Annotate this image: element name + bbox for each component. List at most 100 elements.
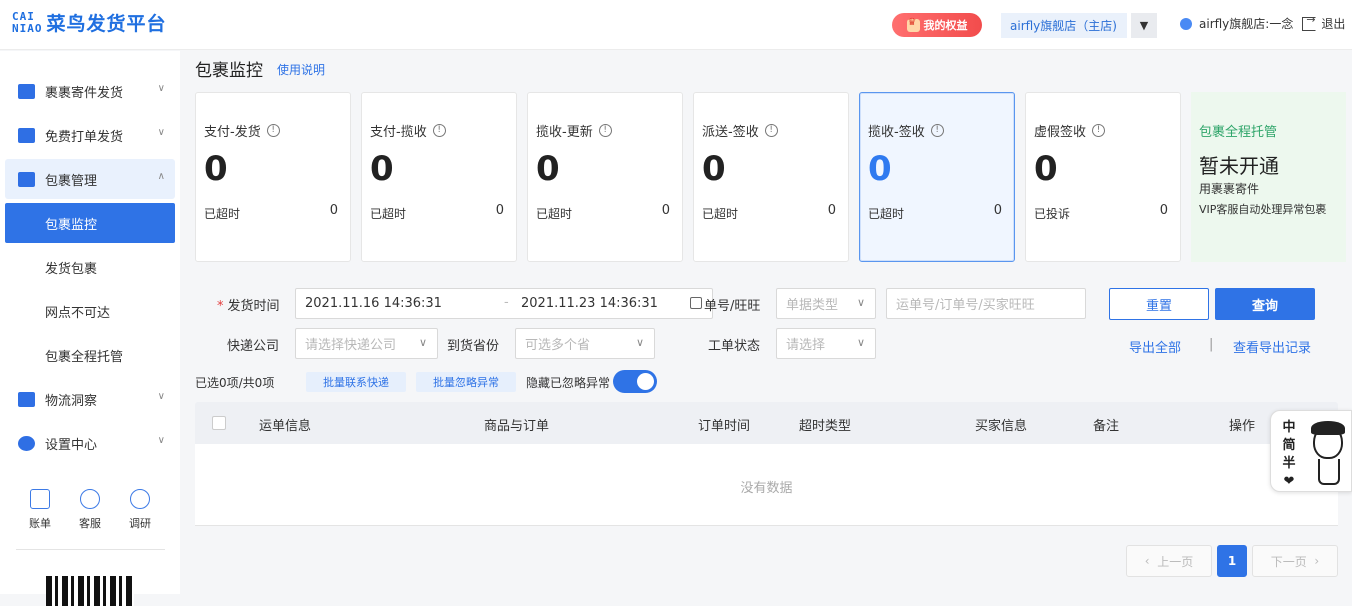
sidebar-item-parcel-manage[interactable]: 包裹管理 ∧ [5,159,175,199]
page-title: 包裹监控 [195,61,263,81]
top-header: CAI NIAO 菜鸟发货平台 我的权益 airfly旗舰店（主店) ▼ air… [0,0,1352,50]
select-all-checkbox[interactable] [212,416,226,430]
date-range-picker[interactable]: 2021.11.16 14:36:31 - 2021.11.23 14:36:3… [295,288,713,319]
order-no-label: 单号/旺旺 [704,299,761,314]
stat-sub-count: 0 [661,203,670,218]
order-type-select[interactable]: 单据类型 ∨ [776,288,876,319]
brand-logo[interactable]: CAI NIAO 菜鸟发货平台 [12,9,167,36]
bill-icon [30,489,50,509]
date-end[interactable]: 2021.11.23 14:36:31 [521,296,658,311]
logo-text: 菜鸟发货平台 [46,13,167,35]
full-hosting-promo-card[interactable]: 包裹全程托管 暂未开通 用裹裹寄件 VIP客服自动处理异常包裹 [1191,92,1346,262]
sidebar-sub-full-hosting[interactable]: 包裹全程托管 [5,335,175,375]
package-send-icon [18,83,35,99]
stat-card-delivery-sign[interactable]: 派送-签收! 0 已超时 0 [693,92,849,262]
stat-card-pickup-update[interactable]: 揽收-更新! 0 已超时 0 [527,92,683,262]
mascot-text: 中 简 半 ❤ [1282,420,1296,489]
chevron-down-icon: ∨ [157,391,165,402]
promo-status: 暂未开通 [1199,154,1279,178]
user-area: airfly旗舰店:一念 退出 [1180,13,1345,32]
courier-label: 快递公司 [227,339,280,354]
stat-card-pay-pickup[interactable]: 支付-揽收! 0 已超时 0 [361,92,517,262]
my-benefits-button[interactable]: 我的权益 [892,13,982,37]
stat-card-pickup-sign[interactable]: 揽收-签收! 0 已超时 0 [859,92,1015,262]
chevron-left-icon: ‹ [1144,554,1158,568]
query-button[interactable]: 查询 [1215,288,1315,320]
bulk-ignore-exception-button[interactable]: 批量忽略异常 [416,372,516,392]
next-page-button[interactable]: 下一页 › [1252,545,1338,577]
chevron-down-icon: ∨ [157,127,165,138]
logout-link[interactable]: 退出 [1321,15,1345,32]
page-number-current[interactable]: 1 [1217,545,1247,577]
sidebar-sub-unreachable[interactable]: 网点不可达 [5,291,175,331]
sidebar-item-settings[interactable]: 设置中心 ∨ [5,423,175,463]
stat-sub-count: 0 [1159,203,1168,218]
mascot-body-icon [1318,459,1340,485]
user-name[interactable]: airfly旗舰店:一念 [1199,15,1293,32]
stat-sub-label: 已超时 [204,207,241,221]
column-header: 商品与订单 [484,419,550,434]
date-start[interactable]: 2021.11.16 14:36:31 [305,296,442,311]
column-header: 超时类型 [799,419,852,434]
prev-page-button[interactable]: ‹ 上一页 [1126,545,1212,577]
province-label: 到货省份 [447,339,500,354]
stat-sub-label: 已超时 [868,207,905,221]
logo-mark: CAI NIAO [12,9,43,35]
info-icon[interactable]: ! [930,124,944,137]
courier-select[interactable]: 请选择快递公司 ∨ [295,328,438,359]
sidebar-sub-shipped-parcels[interactable]: 发货包裹 [5,247,175,287]
survey-icon [130,489,150,509]
stat-sub-label: 已超时 [370,207,407,221]
sidebar-item-parcel-send[interactable]: 裹裹寄件发货 ∨ [5,71,175,111]
calendar-icon[interactable] [690,297,702,309]
parcel-manage-icon [18,171,35,187]
selection-count: 已选0项/共0项 [195,376,275,390]
logout-icon[interactable] [1302,13,1317,31]
printer-icon [18,127,35,143]
ticket-status-select[interactable]: 请选择 ∨ [776,328,876,359]
shop-dropdown-button[interactable]: ▼ [1131,13,1157,38]
info-icon[interactable]: ! [266,124,280,137]
column-header: 操作 [1229,419,1256,434]
province-select[interactable]: 可选多个省 ∨ [515,328,655,359]
promo-title: 包裹全程托管 [1199,125,1278,140]
column-header: 备注 [1093,419,1120,434]
sidebar-item-free-print[interactable]: 免费打单发货 ∨ [5,115,175,155]
column-header: 订单时间 [698,419,751,434]
quick-survey[interactable]: 调研 [120,489,160,531]
info-icon[interactable]: ! [1092,124,1106,137]
chevron-up-icon: ∧ [157,171,165,182]
user-icon [1180,17,1192,30]
stat-value: 0 [702,149,726,189]
sidebar-sub-parcel-monitor[interactable]: 包裹监控 [5,203,175,243]
quick-bill[interactable]: 账单 [20,489,60,531]
stat-sub-label: 已投诉 [1034,207,1071,221]
info-icon[interactable]: ! [764,124,778,137]
date-separator: - [504,295,509,310]
stat-sub-count: 0 [495,203,504,218]
promo-line: 用裹裹寄件 [1199,182,1260,196]
order-search-input[interactable]: 运单号/订单号/买家旺旺 [886,288,1086,319]
sidebar-divider [16,549,165,550]
chevron-down-icon: ▼ [1139,19,1149,32]
help-link[interactable]: 使用说明 [277,61,325,78]
stat-value: 0 [370,149,394,189]
quick-service[interactable]: 客服 [70,489,110,531]
mascot-widget[interactable]: 中 简 半 ❤ [1270,410,1352,492]
stat-sub-label: 已超时 [702,207,739,221]
stat-card-pay-ship[interactable]: 支付-发货! 0 已超时 0 [195,92,351,262]
info-icon[interactable]: ! [432,124,446,137]
sidebar-item-logistics-insight[interactable]: 物流洞察 ∨ [5,379,175,419]
bulk-contact-courier-button[interactable]: 批量联系快递 [306,372,406,392]
export-records-link[interactable]: 查看导出记录 [1233,337,1311,356]
reset-button[interactable]: 重置 [1109,288,1209,320]
stat-value: 0 [204,149,228,189]
hide-ignored-toggle[interactable] [613,370,657,393]
export-all-link[interactable]: 导出全部 [1129,337,1181,356]
stat-card-fake-sign[interactable]: 虚假签收! 0 已投诉 0 [1025,92,1181,262]
sidebar: 裹裹寄件发货 ∨ 免费打单发货 ∨ 包裹管理 ∧ 包裹监控 发货包裹 网点不可达… [0,51,180,606]
qr-code-image [46,576,134,606]
info-icon[interactable]: ! [598,124,612,137]
bar-chart-icon [18,391,35,407]
shop-selector[interactable]: airfly旗舰店（主店) [1001,13,1127,38]
